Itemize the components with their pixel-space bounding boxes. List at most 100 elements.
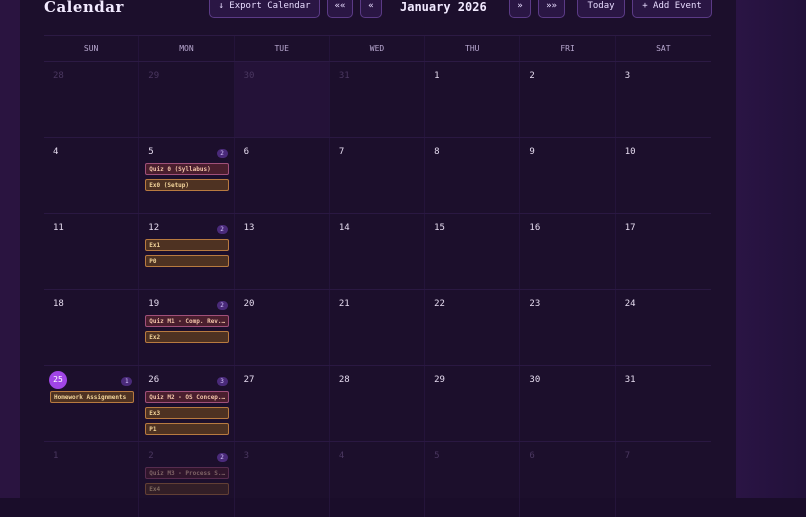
day-number: 22 — [434, 299, 445, 309]
day-cell[interactable]: 2 2 Quiz M3 - Process S... Ex4 — [139, 442, 235, 517]
month-grid: SUN MON TUE WED THU FRI SAT 28 29 30 31 … — [44, 35, 711, 517]
day-cell[interactable]: 4 — [44, 138, 140, 213]
day-cell[interactable]: 5 2 Quiz 0 (Syllabus) Ex0 (Setup) — [139, 138, 235, 213]
day-number: 1 — [53, 451, 59, 461]
event-chip[interactable]: Ex1 — [145, 239, 230, 251]
event-chip[interactable]: P0 — [145, 255, 230, 267]
day-cell[interactable]: 12 2 Ex1 P0 — [139, 214, 235, 289]
day-number: 13 — [243, 223, 255, 233]
day-number: 19 — [148, 299, 160, 309]
day-cell[interactable]: 9 — [520, 138, 616, 213]
add-event-button[interactable]: + Add Event — [632, 0, 712, 18]
event-count-badge: 1 — [121, 377, 133, 386]
next-year-button[interactable]: »» — [538, 0, 565, 18]
weekday-header: SUN MON TUE WED THU FRI SAT — [44, 35, 711, 62]
day-cell[interactable]: 31 — [616, 366, 711, 441]
prev-year-button[interactable]: «« — [327, 0, 353, 18]
day-cell[interactable]: 2 — [520, 62, 616, 137]
day-cell[interactable]: 21 — [330, 290, 426, 365]
day-cell[interactable]: 31 — [330, 62, 426, 137]
day-cell[interactable]: 1 — [44, 442, 140, 517]
day-cell[interactable]: 15 — [425, 214, 521, 289]
day-cell[interactable]: 24 — [616, 290, 711, 365]
day-cell[interactable]: 14 — [330, 214, 426, 289]
event-count-badge: 3 — [216, 377, 228, 386]
day-number: 5 — [148, 147, 154, 157]
day-cell[interactable]: 3 — [235, 442, 330, 517]
event-chip[interactable]: Ex4 — [145, 483, 230, 495]
week-row: 11 12 2 Ex1 P0 13 14 15 16 17 — [44, 214, 711, 290]
day-cell[interactable]: 20 — [235, 290, 330, 365]
weekday-thu: THU — [425, 36, 521, 61]
day-number: 30 — [529, 375, 541, 385]
day-cell[interactable]: 13 — [235, 214, 330, 289]
day-cell[interactable]: 26 3 Quiz M2 - OS Concep... Ex3 P1 — [139, 366, 235, 441]
event-chip[interactable]: Quiz M3 - Process S... — [145, 467, 230, 479]
weekday-sat: SAT — [656, 44, 671, 53]
weekday-tue: TUE — [235, 36, 330, 61]
day-cell[interactable]: 6 — [520, 442, 616, 517]
day-number: 31 — [338, 71, 350, 81]
day-number: 31 — [624, 375, 636, 385]
day-number: 18 — [53, 299, 64, 309]
calendar-app: Calendar ↓ Export Calendar «« « January … — [20, 0, 736, 517]
day-cell[interactable]: 30 — [520, 366, 616, 441]
day-cell[interactable]: 30 — [234, 62, 330, 137]
event-chip[interactable]: Homework Assignments — [50, 391, 134, 403]
day-cell[interactable]: 23 — [520, 290, 616, 365]
day-number: 23 — [529, 299, 541, 309]
day-cell[interactable]: 28 — [330, 366, 426, 441]
weekday-fri: FRI — [520, 36, 616, 61]
day-cell[interactable]: 7 — [330, 138, 426, 213]
day-cell[interactable]: 29 — [139, 62, 235, 137]
day-cell[interactable]: 16 — [520, 214, 616, 289]
event-chip[interactable]: Ex0 (Setup) — [145, 179, 230, 191]
event-chip[interactable]: Quiz M1 - Comp. Rev... — [145, 315, 230, 327]
event-chip[interactable]: Ex3 — [145, 407, 230, 419]
next-month-button[interactable]: » — [509, 0, 531, 18]
day-number: 15 — [434, 223, 445, 233]
current-month-label: January 2026 — [400, 0, 487, 14]
week-row: 1 2 2 Quiz M3 - Process S... Ex4 3 4 5 6… — [44, 442, 711, 517]
prev-month-button[interactable]: « — [360, 0, 382, 18]
day-cell[interactable]: 10 — [616, 138, 711, 213]
day-number: 5 — [434, 451, 440, 461]
day-number: 28 — [53, 71, 64, 81]
day-number: 16 — [529, 223, 541, 233]
day-cell[interactable]: 29 — [425, 366, 521, 441]
day-cell[interactable]: 7 — [616, 442, 711, 517]
event-chip[interactable]: P1 — [145, 423, 230, 435]
day-number: 14 — [338, 223, 350, 233]
event-chip[interactable]: Quiz M2 - OS Concep... — [145, 391, 230, 403]
day-number: 2 — [529, 71, 535, 81]
day-cell[interactable]: 22 — [425, 290, 521, 365]
day-number: 3 — [624, 71, 631, 81]
right-backdrop — [736, 0, 806, 498]
day-number: 29 — [434, 375, 445, 385]
day-number: 2 — [148, 451, 154, 461]
event-chip[interactable]: Quiz 0 (Syllabus) — [145, 163, 230, 175]
day-number: 24 — [624, 299, 636, 309]
day-cell[interactable]: 27 — [235, 366, 330, 441]
day-cell[interactable]: 4 — [330, 442, 426, 517]
event-count-badge: 2 — [216, 225, 228, 234]
day-cell[interactable]: 6 — [235, 138, 330, 213]
today-button[interactable]: Today — [577, 0, 625, 18]
weekday-mon: MON — [139, 36, 235, 61]
export-calendar-button[interactable]: ↓ Export Calendar — [209, 0, 320, 18]
weekday-wed: WED — [330, 36, 426, 61]
day-cell[interactable]: 28 — [44, 62, 140, 137]
day-number: 12 — [148, 223, 160, 233]
event-chip[interactable]: Ex2 — [145, 331, 230, 343]
day-number: 27 — [243, 375, 255, 385]
day-cell[interactable]: 19 2 Quiz M1 - Comp. Rev... Ex2 — [139, 290, 235, 365]
day-cell-today[interactable]: 25 1 Homework Assignments — [44, 366, 140, 441]
day-cell[interactable]: 11 — [44, 214, 140, 289]
day-cell[interactable]: 8 — [425, 138, 521, 213]
day-cell[interactable]: 5 — [425, 442, 521, 517]
today-marker: 25 — [49, 371, 67, 389]
day-cell[interactable]: 18 — [44, 290, 140, 365]
day-cell[interactable]: 3 — [616, 62, 711, 137]
day-cell[interactable]: 1 — [425, 62, 521, 137]
day-cell[interactable]: 17 — [616, 214, 711, 289]
